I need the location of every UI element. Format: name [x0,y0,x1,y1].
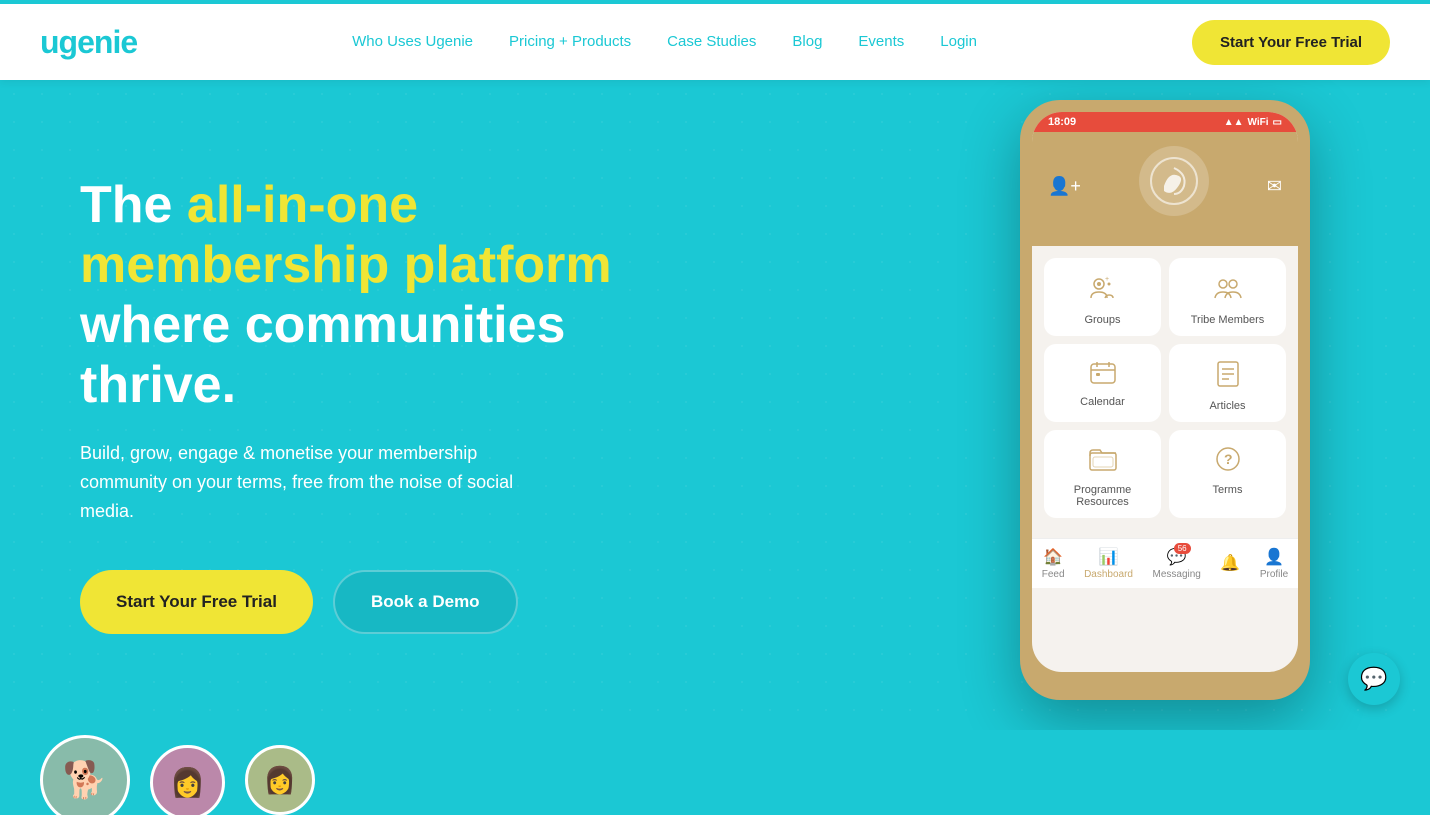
hero-title-prefix: The [80,176,187,234]
phone-app-logo [1139,146,1209,216]
hero-buttons: Start Your Free Trial Book a Demo [80,570,700,634]
phone-add-icon: 👤+ [1048,176,1081,197]
terms-icon: ? [1215,446,1241,478]
feed-label: Feed [1042,569,1065,580]
nav-pricing[interactable]: Pricing + Products [509,33,631,50]
phone-grid-tribe: Tribe Members [1169,258,1286,336]
hero-title-suffix: where communities thrive. [80,296,565,414]
avatar-3: 👩 [245,745,315,815]
signal-icon: ▲▲ [1224,117,1244,128]
phone-app-grid: + Groups [1032,246,1298,530]
resources-icon [1089,446,1117,478]
trial-button[interactable]: Start Your Free Trial [80,570,313,634]
phone-nav-dashboard: 📊 Dashboard [1084,547,1133,580]
logo-text: ugenie [40,24,137,60]
avatar-1: 🐕 [40,735,130,815]
phone-status-right: ▲▲ WiFi ▭ [1224,117,1282,128]
profile-icon: 👤 [1264,547,1284,567]
calendar-label: Calendar [1080,396,1125,408]
articles-label: Articles [1209,400,1245,412]
battery-icon: ▭ [1273,117,1282,128]
nav-cta-button[interactable]: Start Your Free Trial [1192,20,1390,65]
nav-case-studies[interactable]: Case Studies [667,33,756,50]
tribe-label: Tribe Members [1191,314,1265,326]
groups-label: Groups [1084,314,1120,326]
phone-mockup: 18:09 ▲▲ WiFi ▭ 👤+ [1020,100,1310,700]
messaging-badge: 56 [1174,543,1191,554]
dashboard-label: Dashboard [1084,569,1133,580]
chat-bubble-button[interactable]: 💬 [1348,653,1400,705]
phone-grid-resources: Programme Resources [1044,430,1161,518]
demo-button[interactable]: Book a Demo [333,570,518,634]
phone-time: 18:09 [1048,116,1076,128]
groups-icon: + [1089,274,1117,308]
articles-icon [1216,360,1240,394]
logo: ugenie [40,24,137,61]
svg-text:?: ? [1224,451,1233,467]
dashboard-icon: 📊 [1099,547,1119,567]
feed-icon: 🏠 [1043,547,1063,567]
messaging-label: Messaging [1153,569,1201,580]
calendar-icon [1089,360,1117,390]
phone-grid-terms: ? Terms [1169,430,1286,518]
tribe-icon [1214,274,1242,308]
resources-label: Programme Resources [1052,484,1153,508]
phone-nav-profile: 👤 Profile [1260,547,1288,580]
phone-status-bar: 18:09 ▲▲ WiFi ▭ [1032,112,1298,132]
phone-grid-calendar: Calendar [1044,344,1161,422]
phone-nav-notifications: 🔔 [1220,553,1240,575]
chat-bubble-icon: 💬 [1360,666,1387,692]
phone-nav-messaging: 💬 56 Messaging [1153,547,1201,580]
profile-label: Profile [1260,569,1288,580]
phone-screen: 18:09 ▲▲ WiFi ▭ 👤+ [1032,112,1298,672]
hero-subtitle: Build, grow, engage & monetise your memb… [80,439,560,525]
phone-mail-icon: ✉ [1267,176,1282,197]
phone-logo-area [1081,146,1267,226]
phone-nav-feed: 🏠 Feed [1042,547,1065,580]
hero-content: The all-in-one membership platform where… [80,176,700,694]
nav-blog[interactable]: Blog [792,33,822,50]
navbar: ugenie Who Uses Ugenie Pricing + Product… [0,0,1430,80]
phone-device: 18:09 ▲▲ WiFi ▭ 👤+ [1020,100,1310,700]
messaging-icon-wrap: 💬 56 [1167,547,1187,567]
phone-grid-articles: Articles [1169,344,1286,422]
terms-label: Terms [1213,484,1243,496]
nav-login[interactable]: Login [940,33,977,50]
avatar-2: 👩 [150,745,225,815]
nav-links: Who Uses Ugenie Pricing + Products Case … [352,33,977,51]
hero-section: The all-in-one membership platform where… [0,80,1430,730]
bottom-strip: 🐕 👩 👩 [0,730,1430,815]
nav-who-uses[interactable]: Who Uses Ugenie [352,33,473,50]
phone-grid-groups: + Groups [1044,258,1161,336]
phone-bottom-nav: 🏠 Feed 📊 Dashboard 💬 56 Messaging [1032,538,1298,588]
svg-text:+: + [1105,276,1109,283]
phone-app-header: 👤+ ✉ [1032,132,1298,246]
notifications-icon: 🔔 [1220,553,1240,573]
nav-events[interactable]: Events [858,33,904,50]
hero-title: The all-in-one membership platform where… [80,176,700,415]
wifi-icon: WiFi [1248,117,1269,128]
